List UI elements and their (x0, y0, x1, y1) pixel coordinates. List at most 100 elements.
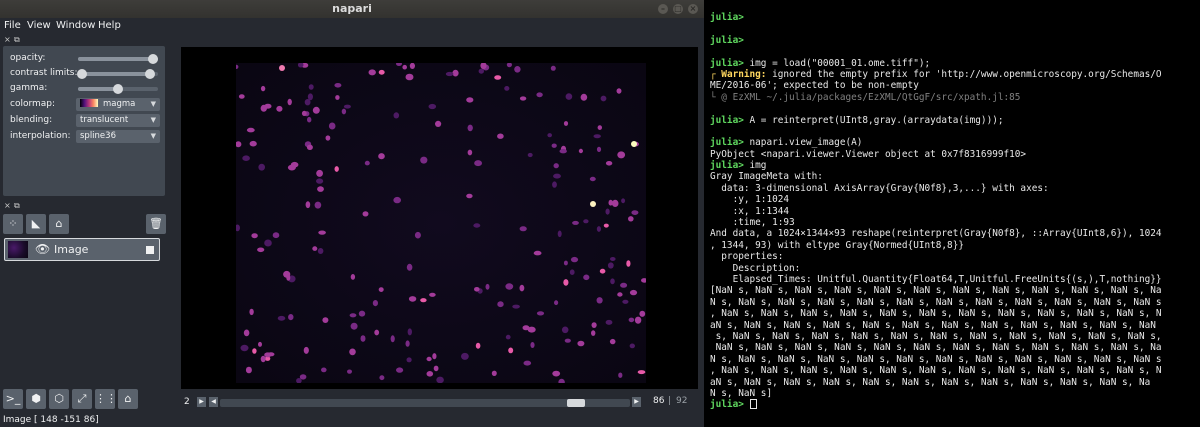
grid-icon[interactable]: ⋮⋮ (95, 389, 117, 409)
colormap-label: colormap: (10, 99, 56, 109)
chevron-down-icon: ▼ (150, 116, 156, 124)
nucleus (238, 94, 245, 99)
opacity-slider-handle[interactable] (148, 54, 158, 64)
nucleus (519, 96, 527, 101)
image-canvas[interactable] (181, 47, 698, 389)
nucleus (563, 121, 569, 126)
add-points-icon[interactable]: ⁘ (3, 214, 23, 234)
bright-nucleus (279, 65, 285, 71)
julia-prompt: julia> (710, 114, 744, 126)
roll-icon[interactable]: ⬡ (49, 389, 69, 409)
nucleus (372, 300, 378, 307)
home-icon[interactable]: ⌂ (118, 389, 138, 409)
nucleus (393, 196, 401, 204)
nucleus (607, 262, 614, 269)
nucleus (368, 69, 376, 76)
cell-nuclei (236, 63, 646, 383)
nucleus (617, 151, 626, 159)
julia-terminal[interactable]: julia> julia> julia> img = load("00001_01.… (704, 0, 1200, 427)
step-back-icon[interactable]: ◀ (209, 397, 218, 407)
nucleus (408, 296, 417, 302)
contrast-min-handle[interactable] (77, 69, 88, 79)
nucleus (593, 134, 601, 139)
dock-float-icon[interactable]: ⧉ (14, 36, 20, 44)
nucleus (272, 232, 280, 239)
console-icon[interactable]: >_ (3, 389, 23, 409)
nucleus (379, 375, 385, 381)
nucleus (561, 326, 569, 334)
terminal-line: , NaN s, NaN s, NaN s, NaN s, NaN s, NaN… (710, 365, 1200, 376)
eye-icon[interactable]: 👁 (35, 242, 50, 256)
terminal-text: , 1344, 93) with eltype Gray{Normed{UInt… (710, 239, 964, 251)
terminal-line: N s, NaN s, NaN s, NaN s, NaN s, NaN s, … (710, 297, 1200, 308)
nucleus (236, 64, 239, 69)
layer-item-image[interactable]: 👁 Image (4, 238, 160, 261)
nucleus (497, 301, 504, 308)
nucleus (305, 201, 311, 209)
warning-source: └ @ EzXML ~/.julia/packages/EzXML/QtGgF/… (710, 91, 1021, 103)
nucleus (322, 317, 329, 323)
nucleus (350, 322, 358, 330)
terminal-line: Description: (710, 263, 1200, 274)
nucleus (249, 140, 257, 147)
transpose-icon[interactable]: ⤢ (72, 389, 92, 409)
menu-window[interactable]: Window (56, 20, 95, 31)
menu-file[interactable]: File (4, 20, 21, 31)
nucleus (240, 344, 249, 352)
play-icon[interactable]: ▶ (197, 397, 206, 407)
dock-close-icon[interactable]: × (4, 36, 11, 44)
dims-slider-handle[interactable] (566, 399, 585, 407)
blending-combobox[interactable]: translucent ▼ (76, 114, 160, 127)
add-shapes-icon[interactable]: ◣ (26, 214, 46, 234)
nucleus (236, 141, 242, 148)
nucleus (360, 335, 366, 342)
nucleus (628, 216, 634, 222)
delete-layer-icon[interactable]: 🗑 (146, 214, 166, 234)
nucleus (533, 250, 542, 256)
maximize-icon[interactable]: □ (673, 4, 683, 14)
window-titlebar: napari – □ × (0, 0, 704, 18)
terminal-text: , NaN s, NaN s, NaN s, NaN s, NaN s, NaN… (710, 308, 1162, 320)
menu-help[interactable]: Help (98, 20, 121, 31)
nucleus (258, 341, 262, 347)
add-labels-icon[interactable]: ⌂ (49, 214, 69, 234)
opacity-slider[interactable] (78, 54, 158, 64)
nucleus (603, 223, 609, 228)
nucleus (565, 93, 573, 100)
blending-label: blending: (10, 115, 53, 125)
gamma-slider-handle[interactable] (113, 84, 123, 94)
nucleus (569, 269, 575, 275)
colormap-combobox[interactable]: magma ▼ (76, 98, 160, 111)
nucleus (396, 367, 404, 373)
nucleus (252, 348, 257, 354)
interpolation-combobox[interactable]: spline36 ▼ (76, 130, 160, 143)
nucleus (641, 278, 646, 283)
terminal-text: img (743, 160, 767, 172)
nucleus (634, 316, 642, 324)
nucleus (466, 97, 474, 103)
dock-close-icon[interactable]: × (4, 202, 11, 210)
opacity-slider-fill (78, 57, 158, 61)
close-icon[interactable]: × (688, 4, 698, 14)
nucleus (299, 374, 307, 380)
nucleus (402, 64, 407, 70)
dock-float-icon[interactable]: ⧉ (14, 202, 20, 210)
step-forward-icon[interactable]: ▶ (632, 397, 641, 407)
terminal-text: N s, NaN s] (710, 387, 773, 399)
ndisplay-icon[interactable]: ⬢ (26, 389, 46, 409)
terminal-line: s, NaN s, NaN s, NaN s, NaN s, NaN s, Na… (710, 331, 1200, 342)
contrast-limits-slider[interactable] (77, 69, 158, 79)
julia-prompt: julia> (710, 160, 744, 172)
gamma-slider[interactable] (78, 84, 158, 94)
nucleus (467, 149, 473, 156)
terminal-line: julia> napari.view_image(A) (710, 137, 1200, 148)
menu-view[interactable]: View (27, 20, 51, 31)
contrast-max-handle[interactable] (145, 69, 155, 79)
nucleus (406, 357, 412, 363)
layer-name: Image (54, 243, 89, 256)
dims-slider-track[interactable] (220, 399, 630, 407)
nucleus (547, 133, 552, 138)
nucleus (243, 329, 250, 337)
minimize-icon[interactable]: – (658, 4, 668, 14)
terminal-text: Gray ImageMeta with: (710, 171, 823, 183)
